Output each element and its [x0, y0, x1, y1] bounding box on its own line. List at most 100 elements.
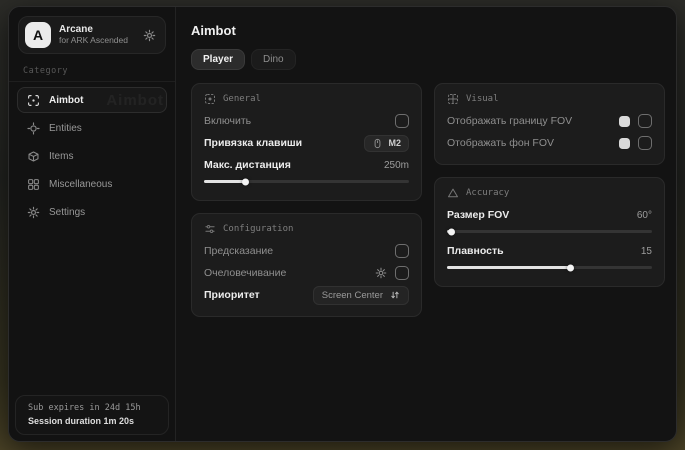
priority-dropdown[interactable]: Screen Center [313, 286, 409, 305]
triangle-icon [447, 187, 459, 199]
page-title: Aimbot [191, 23, 665, 38]
panel-accuracy-header: Accuracy [447, 187, 652, 199]
sidebar-item-miscellaneous[interactable]: Miscellaneous [17, 171, 167, 197]
app-logo: A [25, 22, 51, 48]
sidebar-item-label: Entities [49, 123, 82, 134]
tab-dino[interactable]: Dino [251, 49, 296, 70]
sub-expires-text: Sub expires in 24d 15h [28, 403, 156, 413]
panel-title: Visual [466, 94, 499, 104]
panel-configuration-header: Configuration [204, 223, 409, 235]
sidebar-nav: Aimbot Aimbot Entities [9, 87, 175, 225]
session-duration-text: Session duration 1m 20s [28, 416, 156, 426]
app-subtitle: for ARK Ascended [59, 36, 135, 46]
fov-size-value: 60° [637, 210, 652, 221]
max-distance-label: Макс. дистанция [204, 159, 291, 171]
sidebar-item-entities[interactable]: Entities [17, 115, 167, 141]
smoothness-row: Плавность 15 [447, 240, 652, 262]
fov-border-row: Отображать границу FOV [447, 110, 652, 132]
panel-configuration: Configuration Предсказание Очеловечивани… [191, 213, 422, 317]
fov-size-row: Размер FOV 60° [447, 204, 652, 226]
fov-background-label: Отображать фон FOV [447, 137, 554, 149]
crosshair-icon [26, 94, 40, 107]
enable-row: Включить [204, 110, 409, 132]
fov-background-checkbox[interactable] [638, 136, 652, 150]
humanization-label: Очеловечивание [204, 267, 286, 279]
smoothness-label: Плавность [447, 245, 504, 257]
package-icon [26, 150, 40, 163]
slider-fill [447, 266, 570, 269]
sidebar-item-label: Miscellaneous [49, 179, 112, 190]
prediction-label: Предсказание [204, 245, 273, 257]
person-scan-icon [204, 93, 216, 105]
tab-player[interactable]: Player [191, 49, 245, 70]
tab-bar: Player Dino [191, 49, 665, 70]
keybind-row: Привязка клавиши M2 [204, 132, 409, 154]
scan-target-icon [26, 122, 40, 135]
fov-border-label: Отображать границу FOV [447, 115, 572, 127]
sidebar-item-settings[interactable]: Settings [17, 199, 167, 225]
sort-arrows-icon [390, 290, 400, 300]
fov-background-row: Отображать фон FOV [447, 132, 652, 154]
fov-border-checkbox[interactable] [638, 114, 652, 128]
sidebar-item-items[interactable]: Items [17, 143, 167, 169]
right-column: Visual Отображать границу FOV Отображать… [434, 83, 665, 287]
enable-label: Включить [204, 115, 251, 127]
panel-visual-header: Visual [447, 93, 652, 105]
fov-size-slider[interactable] [447, 230, 652, 233]
fov-background-controls [619, 136, 652, 150]
sidebar: A Arcane for ARK Ascended Category [9, 7, 176, 441]
slider-fill [204, 180, 245, 183]
panel-title: Accuracy [466, 188, 509, 198]
brand-card: A Arcane for ARK Ascended [18, 16, 166, 54]
fov-border-color-swatch[interactable] [619, 116, 630, 127]
slider-handle[interactable] [567, 264, 574, 271]
humanization-controls [375, 266, 409, 280]
humanization-checkbox[interactable] [395, 266, 409, 280]
sidebar-divider [9, 81, 175, 82]
fov-background-color-swatch[interactable] [619, 138, 630, 149]
mouse-icon [372, 138, 383, 149]
brand-text: Arcane for ARK Ascended [59, 24, 135, 45]
enable-checkbox[interactable] [395, 114, 409, 128]
frame-grid-icon [447, 93, 459, 105]
priority-row: Приоритет Screen Center [204, 284, 409, 306]
smoothness-slider[interactable] [447, 266, 652, 269]
humanization-row: Очеловечивание [204, 262, 409, 284]
sidebar-item-label: Items [49, 151, 73, 162]
tune-box-icon [204, 223, 216, 235]
fov-size-label: Размер FOV [447, 209, 509, 221]
main-content: Aimbot Player Dino Gener [176, 7, 677, 441]
panel-columns: General Включить Привязка клавиши [191, 83, 665, 317]
max-distance-value: 250m [384, 160, 409, 171]
panel-general-header: General [204, 93, 409, 105]
panel-accuracy: Accuracy Размер FOV 60° Плавность 15 [434, 177, 665, 287]
gear-icon[interactable] [375, 267, 387, 279]
max-distance-slider[interactable] [204, 180, 409, 183]
slider-handle[interactable] [242, 178, 249, 185]
keybind-label: Привязка клавиши [204, 137, 302, 149]
active-item-watermark: Aimbot [106, 92, 164, 109]
keybind-button[interactable]: M2 [364, 135, 409, 152]
category-label: Category [23, 66, 161, 76]
max-distance-row: Макс. дистанция 250m [204, 154, 409, 176]
panel-general: General Включить Привязка клавиши [191, 83, 422, 201]
slider-handle[interactable] [448, 228, 455, 235]
panel-title: General [223, 94, 261, 104]
prediction-row: Предсказание [204, 240, 409, 262]
smoothness-value: 15 [641, 246, 652, 257]
prediction-checkbox[interactable] [395, 244, 409, 258]
sidebar-item-label: Settings [49, 207, 85, 218]
keybind-value: M2 [388, 138, 401, 148]
gear-icon[interactable] [143, 29, 156, 42]
priority-label: Приоритет [204, 289, 260, 301]
grid-icon [26, 178, 40, 191]
fov-border-controls [619, 114, 652, 128]
left-column: General Включить Привязка клавиши [191, 83, 422, 317]
panel-visual: Visual Отображать границу FOV Отображать… [434, 83, 665, 165]
priority-value: Screen Center [322, 290, 383, 301]
app-window: A Arcane for ARK Ascended Category [8, 6, 677, 442]
sidebar-item-aimbot[interactable]: Aimbot Aimbot [17, 87, 167, 113]
gear-icon [26, 206, 40, 219]
panel-title: Configuration [223, 224, 293, 234]
subscription-info: Sub expires in 24d 15h Session duration … [15, 395, 169, 435]
